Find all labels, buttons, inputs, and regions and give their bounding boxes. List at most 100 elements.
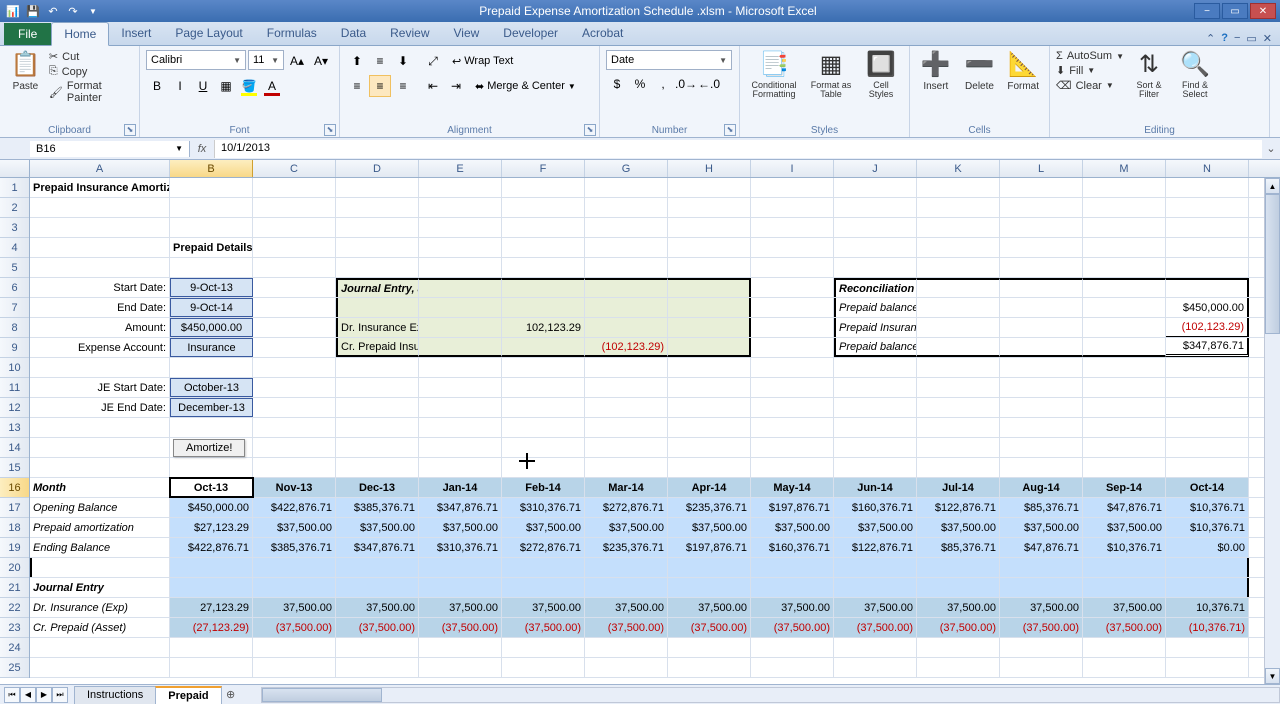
merge-center-button[interactable]: ⬌Merge & Center▼ — [475, 75, 576, 97]
percent-button[interactable]: % — [629, 73, 651, 95]
cell[interactable]: December-13 — [170, 398, 253, 417]
cell[interactable] — [585, 258, 668, 277]
cell[interactable] — [1083, 318, 1166, 337]
cell[interactable] — [834, 558, 917, 577]
cell[interactable] — [1166, 398, 1249, 417]
qat-dropdown-icon[interactable]: ▼ — [84, 2, 102, 20]
cell[interactable] — [834, 178, 917, 197]
cell[interactable] — [1000, 418, 1083, 437]
cell[interactable]: $122,876.71 — [834, 538, 917, 557]
cell[interactable] — [502, 338, 585, 357]
cell[interactable]: $450,000.00 — [1166, 298, 1249, 317]
cell[interactable]: Aug-14 — [1000, 478, 1083, 497]
cell[interactable] — [585, 418, 668, 437]
align-top-button[interactable]: ⬆ — [346, 50, 368, 72]
cell[interactable] — [502, 438, 585, 457]
cell[interactable]: (102,123.29) — [1166, 318, 1249, 337]
cell[interactable] — [1083, 298, 1166, 317]
cell[interactable] — [1000, 458, 1083, 477]
col-header-F[interactable]: F — [502, 160, 585, 177]
cell[interactable] — [668, 338, 751, 357]
vscroll-thumb[interactable] — [1265, 194, 1280, 334]
align-center-button[interactable]: ≡ — [369, 75, 391, 97]
scroll-up-button[interactable]: ▲ — [1265, 178, 1280, 194]
cell[interactable] — [336, 178, 419, 197]
cell[interactable] — [751, 638, 834, 657]
cell[interactable] — [751, 238, 834, 257]
cell[interactable] — [834, 238, 917, 257]
cell[interactable] — [585, 578, 668, 597]
cell[interactable] — [668, 178, 751, 197]
cell[interactable] — [1083, 438, 1166, 457]
vertical-scrollbar[interactable]: ▲ ▼ — [1264, 178, 1280, 684]
cell[interactable] — [917, 238, 1000, 257]
row-header-8[interactable]: 8 — [0, 318, 29, 338]
cell[interactable] — [1083, 198, 1166, 217]
cell[interactable]: $272,876.71 — [585, 498, 668, 517]
cell[interactable] — [668, 458, 751, 477]
cell[interactable] — [751, 358, 834, 377]
col-header-D[interactable]: D — [336, 160, 419, 177]
cell[interactable] — [1083, 358, 1166, 377]
cell[interactable] — [668, 238, 751, 257]
cell[interactable]: Nov-13 — [253, 478, 336, 497]
cell[interactable] — [170, 218, 253, 237]
cell[interactable] — [253, 318, 336, 337]
cell[interactable] — [253, 438, 336, 457]
cell[interactable] — [419, 278, 502, 297]
cell[interactable] — [30, 218, 170, 237]
cell[interactable] — [502, 198, 585, 217]
new-sheet-button[interactable]: ⊕ — [221, 688, 241, 701]
cell[interactable] — [170, 198, 253, 217]
row-header-15[interactable]: 15 — [0, 458, 29, 478]
cell[interactable] — [668, 438, 751, 457]
cell[interactable] — [419, 338, 502, 357]
cell[interactable]: $310,376.71 — [502, 498, 585, 517]
cell[interactable] — [668, 258, 751, 277]
comma-button[interactable]: , — [652, 73, 674, 95]
cell[interactable]: 37,500.00 — [502, 598, 585, 617]
workbook-restore-icon[interactable]: ▭ — [1246, 32, 1256, 45]
cell[interactable] — [1166, 238, 1249, 257]
cell[interactable] — [917, 438, 1000, 457]
cell[interactable]: Oct-13 — [170, 478, 253, 497]
cell[interactable] — [917, 338, 1000, 357]
cell[interactable]: 9-Oct-14 — [170, 298, 253, 317]
cell[interactable] — [170, 418, 253, 437]
cell[interactable]: $310,376.71 — [419, 538, 502, 557]
cell[interactable] — [1166, 198, 1249, 217]
cell[interactable] — [502, 278, 585, 297]
cell[interactable] — [502, 378, 585, 397]
cell[interactable] — [751, 378, 834, 397]
cell[interactable]: $37,500.00 — [1000, 518, 1083, 537]
maximize-button[interactable]: ▭ — [1222, 3, 1248, 19]
cell[interactable]: Prepaid Insurance Amortization Schedule — [30, 178, 170, 197]
tab-view[interactable]: View — [442, 22, 492, 45]
cell[interactable] — [917, 638, 1000, 657]
cell[interactable] — [1166, 278, 1249, 297]
cell[interactable] — [668, 418, 751, 437]
cell[interactable] — [419, 458, 502, 477]
cell[interactable]: $347,876.71 — [1166, 338, 1249, 357]
orientation-button[interactable]: ⤢ — [422, 50, 444, 72]
col-header-C[interactable]: C — [253, 160, 336, 177]
cell[interactable]: (37,500.00) — [668, 618, 751, 637]
cell[interactable] — [336, 438, 419, 457]
cell[interactable] — [253, 338, 336, 357]
cell[interactable] — [917, 458, 1000, 477]
cell[interactable] — [668, 658, 751, 677]
cell[interactable]: $37,500.00 — [502, 518, 585, 537]
cell[interactable] — [336, 398, 419, 417]
cell[interactable] — [751, 398, 834, 417]
cell[interactable] — [253, 238, 336, 257]
redo-icon[interactable]: ↷ — [64, 2, 82, 20]
cell[interactable] — [253, 298, 336, 317]
cell[interactable] — [1166, 578, 1249, 597]
row-header-22[interactable]: 22 — [0, 598, 29, 618]
cell[interactable]: (37,500.00) — [419, 618, 502, 637]
cell[interactable] — [336, 358, 419, 377]
row-header-9[interactable]: 9 — [0, 338, 29, 358]
cell[interactable] — [502, 238, 585, 257]
cell[interactable] — [585, 278, 668, 297]
cell[interactable] — [170, 178, 253, 197]
